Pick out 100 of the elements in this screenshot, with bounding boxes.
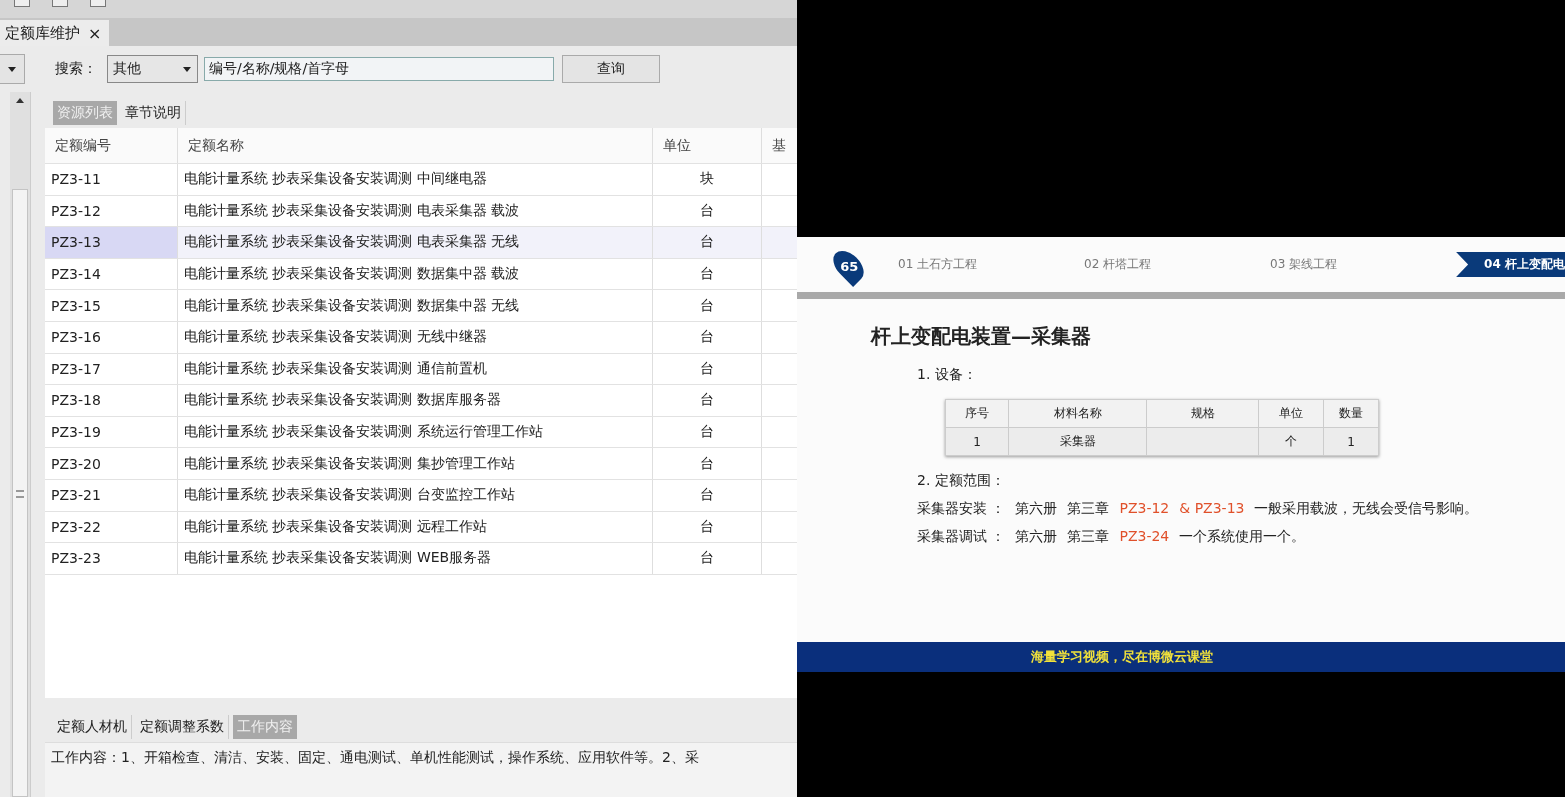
table-cell: PZ3-15 — [45, 290, 178, 321]
table-row[interactable]: PZ3-16 电能计量系统 抄表采集设备安装调测 无线中继器 台 — [45, 321, 797, 354]
table-row[interactable]: PZ3-11 电能计量系统 抄表采集设备安装调测 中间继电器 块 — [45, 164, 797, 196]
column-header[interactable]: 定额编号 — [45, 128, 178, 163]
square-icon[interactable] — [14, 0, 30, 7]
table-cell: PZ3-20 — [45, 448, 178, 479]
table-row[interactable]: PZ3-17 电能计量系统 抄表采集设备安装调测 通信前置机 台 — [45, 353, 797, 386]
caret-icon — [183, 66, 191, 72]
scope-text: 一般采用载波，无线会受信号影响。 — [1254, 500, 1479, 518]
table-cell: PZ3-14 — [45, 258, 178, 290]
quota-code: PZ3-12 — [1119, 500, 1170, 518]
table-row[interactable]: PZ3-18 电能计量系统 抄表采集设备安装调测 数据库服务器 台 — [45, 385, 797, 417]
table-cell: 电能计量系统 抄表采集设备安装调测 电表采集器 无线 — [178, 227, 653, 258]
step-label[interactable]: 02 杆塔工程 — [1084, 256, 1271, 273]
table-cell: 台 — [653, 511, 762, 543]
scrollbar-thumb[interactable] — [12, 189, 28, 797]
table-cell: 电能计量系统 抄表采集设备安装调测 数据集中器 载波 — [178, 258, 653, 290]
quota-code: PZ3-24 — [1119, 528, 1170, 546]
table-row[interactable]: PZ3-23 电能计量系统 抄表采集设备安装调测 WEB服务器 台 — [45, 543, 797, 575]
close-icon[interactable]: × — [88, 23, 102, 43]
footer-text: 海量学习视频，尽在博微云课堂 — [1031, 648, 1213, 666]
scope-text: 第三章 — [1067, 528, 1110, 546]
table-cell: 台 — [653, 321, 762, 353]
table-cell: 台 — [653, 353, 762, 385]
table-cell: PZ3-16 — [45, 321, 178, 353]
table-cell: 台 — [653, 195, 762, 227]
column-header[interactable]: 定额名称 — [178, 128, 653, 163]
document-tab[interactable]: 定额库维护 × — [0, 20, 110, 46]
table-cell: 电能计量系统 抄表采集设备安装调测 集抄管理工作站 — [178, 448, 653, 479]
table-cell: 台 — [653, 227, 762, 258]
table-cell: 电能计量系统 抄表采集设备安装调测 电表采集器 载波 — [178, 195, 653, 227]
quota-code: & PZ3-13 — [1179, 500, 1245, 518]
work-content-text: 工作内容：1、开箱检查、清洁、安装、固定、通电测试、单机性能测试，操作系统、应用软件等。2、采 — [45, 742, 797, 797]
table-cell: 电能计量系统 抄表采集设备安装调测 WEB服务器 — [178, 543, 653, 574]
panel-tab[interactable]: 定额人材机 — [53, 715, 132, 739]
scope-text: 采集器调试 ： — [917, 528, 1006, 546]
table-cell: 台 — [653, 448, 762, 479]
panel-tab[interactable]: 定额调整系数 — [136, 715, 229, 739]
active-step[interactable]: 04 杆上变配电 — [1456, 252, 1565, 277]
search-field[interactable]: 编号/名称/规格/首字母 — [204, 57, 554, 81]
column-header: 数量 — [1338, 405, 1364, 422]
table-cell: 台 — [653, 479, 762, 511]
table-cell: 1 — [946, 428, 1009, 455]
table-cell: 采集器 — [1009, 428, 1147, 455]
table-row[interactable]: PZ3-21 电能计量系统 抄表采集设备安装调测 台变监控工作站 台 — [45, 479, 797, 512]
scope-text: 第六册 — [1015, 528, 1058, 546]
table-cell: 电能计量系统 抄表采集设备安装调测 数据集中器 无线 — [178, 290, 653, 321]
table-cell: 块 — [653, 164, 762, 195]
table-cell: 个 — [1259, 428, 1324, 455]
step-label[interactable]: 01 土石方工程 — [898, 256, 1085, 273]
table-row[interactable]: PZ3-20 电能计量系统 抄表采集设备安装调测 集抄管理工作站 台 — [45, 448, 797, 480]
table-cell: 电能计量系统 抄表采集设备安装调测 通信前置机 — [178, 353, 653, 385]
column-header[interactable]: 基 — [762, 128, 797, 163]
selected-row[interactable]: PZ3-13 电能计量系统 抄表采集设备安装调测 电表采集器 无线 台 — [45, 227, 797, 259]
scope-text: 采集器安装 ： — [917, 500, 1006, 518]
column-header: 规格 — [1147, 400, 1259, 427]
square-icon[interactable] — [90, 0, 106, 7]
column-header: 序号 — [946, 400, 1009, 427]
table-row[interactable]: PZ3-14 电能计量系统 抄表采集设备安装调测 数据集中器 载波 台 — [45, 258, 797, 291]
column-header: 材料名称 — [1009, 400, 1147, 427]
scope-text: 第三章 — [1067, 500, 1110, 518]
table-cell: 电能计量系统 抄表采集设备安装调测 中间继电器 — [178, 164, 653, 195]
section-heading: 2. 定额范围： — [917, 472, 1006, 490]
table-cell: 电能计量系统 抄表采集设备安装调测 系统运行管理工作站 — [178, 416, 653, 448]
column-header: 单位 — [1259, 400, 1324, 427]
table-cell: 台 — [653, 290, 762, 321]
table-cell: PZ3-23 — [45, 543, 178, 574]
dropdown[interactable] — [0, 54, 25, 84]
category-select[interactable]: 其他 — [107, 55, 198, 83]
table-cell: 台 — [653, 416, 762, 448]
table-cell: PZ3-21 — [45, 479, 178, 511]
table-cell: PZ3-19 — [45, 416, 178, 448]
table-cell: PZ3-12 — [45, 195, 178, 227]
table-cell-text: 1 — [1346, 433, 1356, 451]
table-cell: 电能计量系统 抄表采集设备安装调测 台变监控工作站 — [178, 479, 653, 511]
table-cell: 台 — [653, 543, 762, 574]
table-cell: PZ3-18 — [45, 385, 178, 416]
section-heading: 1. 设备： — [917, 366, 978, 384]
table-cell: 台 — [653, 258, 762, 290]
table-row[interactable]: PZ3-19 电能计量系统 抄表采集设备安装调测 系统运行管理工作站 台 — [45, 416, 797, 449]
scope-text: 一个系统使用一个。 — [1179, 528, 1306, 546]
scope-text: 第六册 — [1015, 500, 1058, 518]
query-button[interactable]: 查询 — [562, 55, 660, 83]
slide-title: 杆上变配电装置—采集器 — [871, 323, 1092, 350]
table-row[interactable]: PZ3-15 电能计量系统 抄表采集设备安装调测 数据集中器 无线 台 — [45, 290, 797, 322]
table-cell: PZ3-17 — [45, 353, 178, 385]
table-cell: 电能计量系统 抄表采集设备安装调测 数据库服务器 — [178, 385, 653, 416]
table-cell: PZ3-11 — [45, 164, 178, 195]
table-cell: PZ3-13 — [45, 227, 178, 258]
table-cell: 电能计量系统 抄表采集设备安装调测 无线中继器 — [178, 321, 653, 353]
scrollbar[interactable] — [10, 92, 31, 797]
panel-tab[interactable]: 章节说明 — [121, 101, 186, 125]
square-icon[interactable] — [52, 0, 68, 7]
column-header[interactable]: 单位 — [653, 128, 762, 163]
table-row[interactable]: PZ3-22 电能计量系统 抄表采集设备安装调测 远程工作站 台 — [45, 511, 797, 544]
table-cell: 台 — [653, 385, 762, 416]
table-cell: 电能计量系统 抄表采集设备安装调测 远程工作站 — [178, 511, 653, 543]
step-label[interactable]: 03 架线工程 — [1270, 256, 1457, 273]
table-cell: PZ3-22 — [45, 511, 178, 543]
up-arrow-icon[interactable] — [16, 98, 24, 103]
